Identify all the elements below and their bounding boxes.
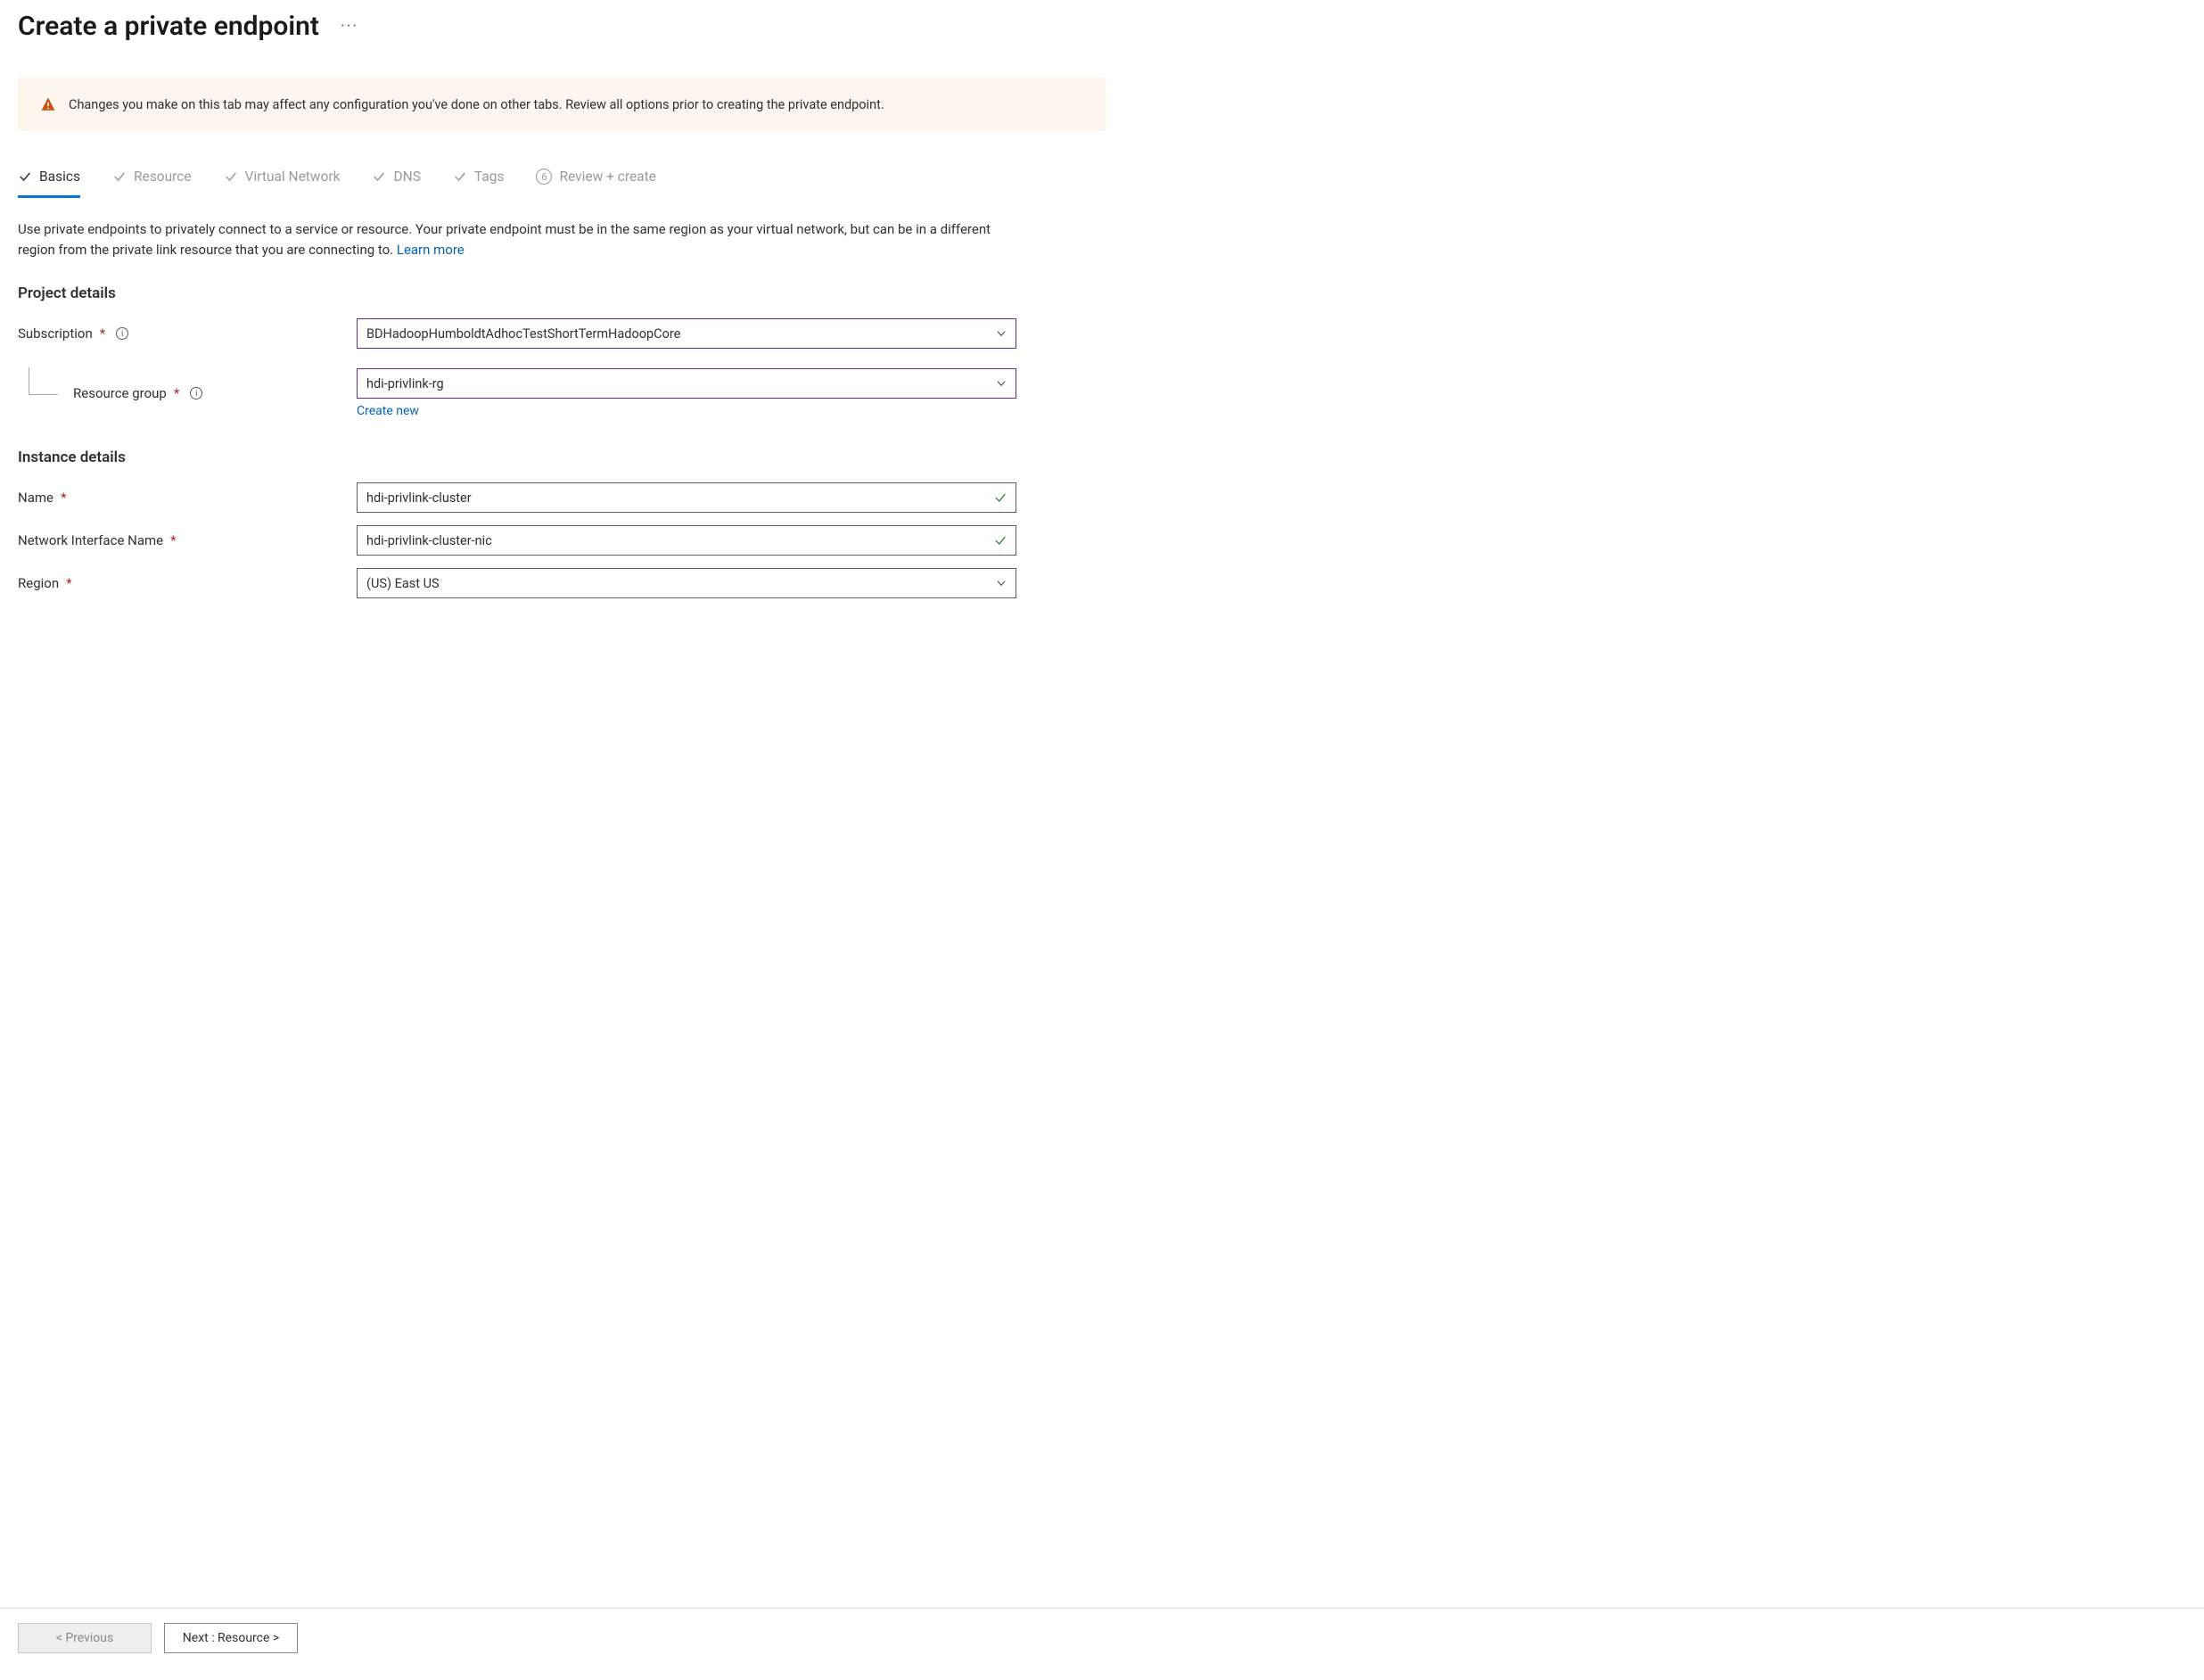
resource-group-value[interactable]: hdi-privlink-rg [357, 368, 1016, 399]
nic-name-input[interactable] [357, 525, 1016, 556]
required-asterisk: * [61, 490, 66, 506]
section-project-details: Project details [18, 284, 1106, 302]
label-name: Name * [18, 490, 357, 506]
tab-label: Virtual Network [245, 169, 341, 185]
tab-label: Basics [39, 169, 80, 185]
step-number-icon: 6 [536, 169, 552, 185]
name-input[interactable] [357, 482, 1016, 513]
more-actions-icon[interactable]: ··· [341, 17, 358, 36]
row-nic-name: Network Interface Name * [18, 525, 1106, 556]
tab-label: DNS [393, 169, 420, 185]
page-content: Create a private endpoint ··· Changes yo… [0, 0, 1123, 1572]
intro-body: Use private endpoints to privately conne… [18, 221, 991, 258]
check-icon [224, 169, 238, 184]
region-value[interactable]: (US) East US [357, 568, 1016, 598]
learn-more-link[interactable]: Learn more [397, 242, 465, 258]
tab-review-create[interactable]: 6 Review + create [536, 163, 655, 198]
intro-text: Use private endpoints to privately conne… [18, 219, 1016, 259]
title-row: Create a private endpoint ··· [18, 11, 1106, 42]
wizard-tabs: Basics Resource Virtual Network DNS Tags… [18, 163, 1106, 198]
info-icon[interactable]: i [190, 387, 202, 399]
tab-dns[interactable]: DNS [372, 163, 420, 198]
required-asterisk: * [100, 325, 105, 342]
required-asterisk: * [174, 385, 179, 401]
row-resource-group: Resource group * i hdi-privlink-rg Creat… [18, 368, 1106, 418]
required-asterisk: * [66, 575, 71, 591]
required-asterisk: * [170, 532, 176, 548]
section-instance-details: Instance details [18, 449, 1106, 466]
check-icon [372, 169, 386, 184]
check-icon [18, 169, 32, 184]
info-icon[interactable]: i [116, 327, 128, 340]
row-region: Region * (US) East US [18, 568, 1106, 598]
tab-label: Resource [134, 169, 192, 185]
resource-group-select[interactable]: hdi-privlink-rg [357, 368, 1016, 399]
footer-bar: < Previous Next : Resource > [0, 1608, 2204, 1680]
row-name: Name * [18, 482, 1106, 513]
tab-virtual-network[interactable]: Virtual Network [224, 163, 341, 198]
nic-name-input-wrap [357, 525, 1016, 556]
label-resource-group: Resource group * i [18, 385, 357, 401]
previous-button[interactable]: < Previous [18, 1623, 152, 1653]
subscription-select[interactable]: BDHadoopHumboldtAdhocTestShortTermHadoop… [357, 318, 1016, 349]
label-nic-name: Network Interface Name * [18, 532, 357, 548]
check-icon [112, 169, 127, 184]
tab-label: Review + create [559, 169, 655, 185]
warning-icon [40, 96, 56, 112]
label-subscription: Subscription * i [18, 325, 357, 342]
row-subscription: Subscription * i BDHadoopHumboldtAdhocTe… [18, 318, 1106, 349]
next-button[interactable]: Next : Resource > [164, 1623, 298, 1653]
check-icon [453, 169, 467, 184]
page-title: Create a private endpoint [18, 11, 319, 42]
warning-banner: Changes you make on this tab may affect … [18, 78, 1106, 131]
region-select[interactable]: (US) East US [357, 568, 1016, 598]
create-new-link[interactable]: Create new [357, 404, 1016, 418]
label-region: Region * [18, 575, 357, 591]
tab-resource[interactable]: Resource [112, 163, 192, 198]
tab-label: Tags [474, 169, 505, 185]
subscription-value[interactable]: BDHadoopHumboldtAdhocTestShortTermHadoop… [357, 318, 1016, 349]
tab-basics[interactable]: Basics [18, 163, 80, 198]
warning-text: Changes you make on this tab may affect … [69, 97, 884, 112]
name-input-wrap [357, 482, 1016, 513]
tab-tags[interactable]: Tags [453, 163, 505, 198]
